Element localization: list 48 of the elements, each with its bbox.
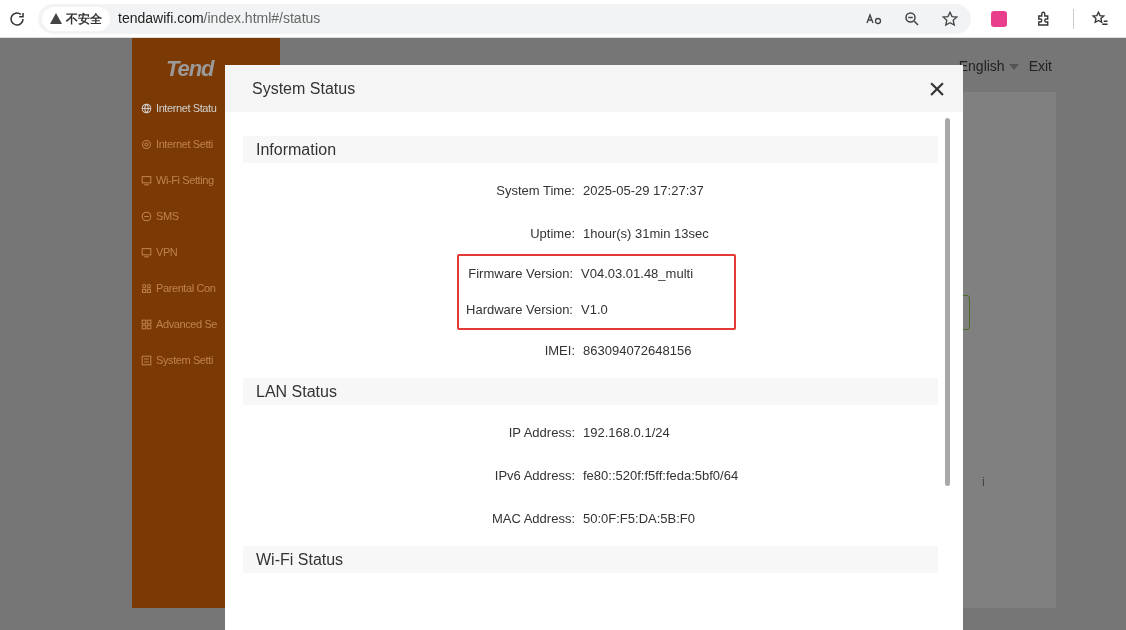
reload-icon[interactable] <box>8 9 26 28</box>
field-label: IMEI: <box>543 341 576 360</box>
dialog-title: System Status <box>252 78 356 99</box>
url-host: tendawifi.com <box>118 10 204 26</box>
field-label: MAC Address: <box>490 509 576 528</box>
section-header: LAN Status <box>243 378 938 405</box>
star-icon[interactable] <box>941 9 959 28</box>
field-value: V04.03.01.48_multi <box>581 265 694 284</box>
exit-link[interactable]: Exit <box>1028 56 1052 77</box>
field-label: IP Address: <box>507 423 576 442</box>
sidebar-item[interactable]: Internet Statu <box>156 99 217 117</box>
sidebar-item[interactable]: Advanced Se <box>156 315 218 333</box>
field-label: Firmware Version: <box>467 265 574 284</box>
sidebar-item[interactable]: Parental Con <box>156 279 216 297</box>
monitor-icon <box>141 246 152 258</box>
sidebar-item[interactable]: SMS <box>156 207 179 225</box>
field-value: 50:0F:F5:DA:5B:F0 <box>583 509 695 528</box>
field-label: IPv6 Address: <box>493 466 576 485</box>
scrollbar[interactable] <box>945 118 950 486</box>
field-value: 863094072648156 <box>583 341 692 360</box>
field-value: 192.168.0.1/24 <box>583 423 670 442</box>
warning-icon <box>50 13 62 24</box>
sidebar-item[interactable]: System Setti <box>156 351 213 369</box>
field-value: 2025-05-29 17:27:37 <box>583 181 704 200</box>
caret-icon <box>1008 63 1019 70</box>
sliders-icon <box>141 354 152 366</box>
field-value: fe80::520f:f5ff:feda:5bf0/64 <box>583 466 739 485</box>
sidebar-item[interactable]: VPN <box>156 243 178 261</box>
field-value: 1hour(s) 31min 13sec <box>583 224 709 243</box>
field-label: Hardware Version: <box>465 301 574 320</box>
field-label: Uptime: <box>529 224 576 243</box>
extension-icon[interactable] <box>991 10 1007 27</box>
monitor-icon <box>141 174 152 186</box>
section-header: Information <box>243 136 938 163</box>
grid-icon <box>141 318 152 330</box>
close-button[interactable]: × <box>925 73 949 104</box>
sidebar-item[interactable]: Wi-Fi Setting <box>156 171 214 189</box>
url-path: /index.html#/status <box>203 10 321 26</box>
globe-icon <box>141 102 152 114</box>
favorites-icon[interactable] <box>1090 9 1110 28</box>
section-header: Wi-Fi Status <box>243 546 938 573</box>
field-label: System Time: <box>495 181 576 200</box>
sidebar-item[interactable]: Internet Setti <box>156 135 213 153</box>
address-bar[interactable]: 不安全 tendawifi.com/index.html#/status <box>38 3 971 34</box>
zoom-out-icon[interactable] <box>903 9 921 28</box>
field-value: V1.0 <box>581 301 608 320</box>
label-text: i <box>982 473 985 491</box>
security-badge[interactable]: 不安全 <box>42 6 110 31</box>
